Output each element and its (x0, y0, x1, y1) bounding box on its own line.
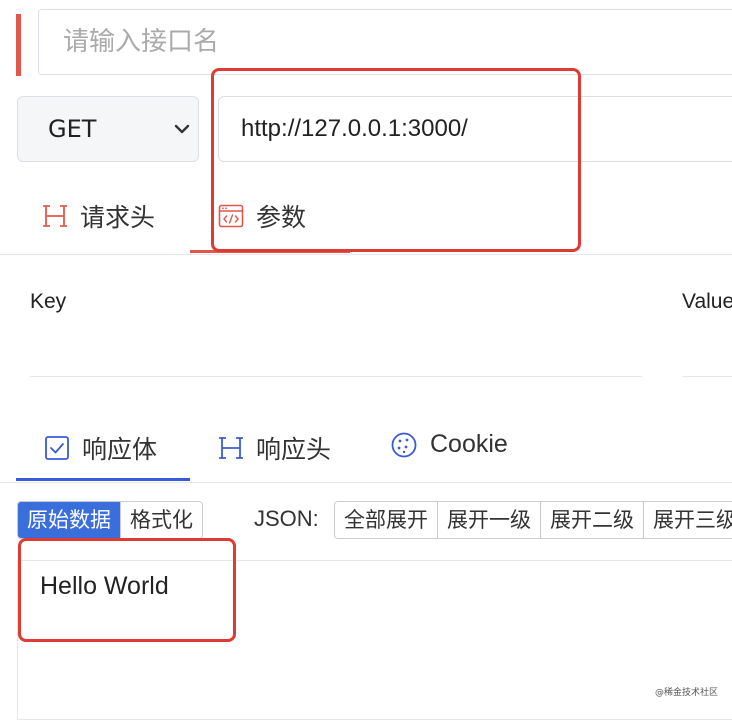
highlight-box-url-params (211, 68, 581, 252)
watermark: @稀金技术社区 (654, 688, 718, 698)
name-accent-bar (16, 14, 21, 76)
tab-request-headers-label: 请求头 (80, 203, 156, 232)
json-expand-group: 全部展开 展开一级 展开二级 展开三级 (334, 501, 732, 539)
h-icon (219, 437, 243, 459)
tabs-divider (0, 254, 732, 255)
tab-response-headers-label: 响应头 (256, 435, 332, 464)
tab-response-body[interactable]: 响应体 (44, 430, 157, 466)
tab-request-headers[interactable]: 请求头 (42, 198, 155, 234)
tab-response-headers[interactable]: 响应头 (218, 430, 331, 466)
api-name-input[interactable]: 请输入接口名 (38, 9, 732, 75)
raw-data-button[interactable]: 原始数据 (18, 502, 121, 538)
json-label: JSON: (254, 506, 319, 531)
expand-level-3-button[interactable]: 展开三级 (644, 502, 732, 538)
expand-all-button[interactable]: 全部展开 (335, 502, 438, 538)
param-value-header: Value (682, 290, 732, 313)
formatted-button[interactable]: 格式化 (121, 502, 202, 538)
api-name-placeholder: 请输入接口名 (63, 27, 220, 57)
method-selected: GET (48, 115, 97, 143)
view-mode-group: 原始数据 格式化 (17, 501, 203, 539)
expand-level-1-button[interactable]: 展开一级 (438, 502, 541, 538)
checkbox-icon (45, 436, 69, 460)
response-tabs-divider (0, 482, 732, 483)
param-key-header: Key (30, 290, 67, 313)
method-select[interactable]: GET (17, 96, 199, 162)
expand-level-2-button[interactable]: 展开二级 (541, 502, 644, 538)
active-response-tab-indicator (16, 478, 190, 481)
cookie-icon (391, 432, 417, 457)
tab-response-body-label: 响应体 (82, 435, 158, 464)
chevron-down-icon (174, 124, 190, 134)
tab-cookie[interactable]: Cookie (390, 430, 508, 459)
param-value-row-line (682, 376, 732, 377)
param-key-row-line (30, 376, 642, 377)
h-icon (43, 205, 67, 227)
highlight-box-response (18, 538, 236, 642)
tab-cookie-label: Cookie (430, 430, 508, 458)
